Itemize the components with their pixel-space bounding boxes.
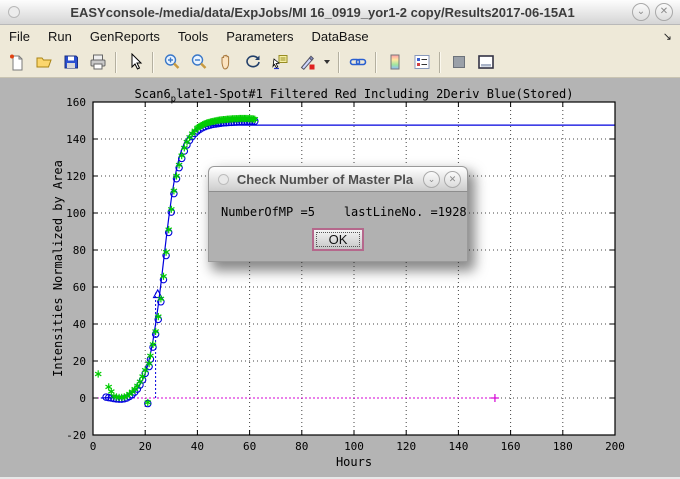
- insert-legend-button[interactable]: [409, 50, 434, 75]
- dialog-close-button[interactable]: ✕: [444, 171, 461, 188]
- legend-icon: [413, 53, 431, 71]
- svg-text:0: 0: [79, 392, 86, 405]
- new-figure-button[interactable]: [4, 50, 29, 75]
- svg-text:180: 180: [553, 440, 573, 453]
- brush-options-button[interactable]: [321, 50, 333, 75]
- menu-bar: File Run GenReports Tools Parameters Dat…: [0, 25, 680, 47]
- toolbar-separator: [375, 52, 377, 73]
- svg-text:20: 20: [73, 355, 86, 368]
- chart-title: Scan6plate1-Spot#1 Filtered Red Includin…: [93, 87, 615, 104]
- pan-hand-icon: [217, 53, 235, 71]
- svg-text:20: 20: [139, 440, 152, 453]
- menu-genreports[interactable]: GenReports: [81, 27, 169, 46]
- brush-data-button[interactable]: [294, 50, 319, 75]
- colorbar-icon: [386, 53, 404, 71]
- menu-file[interactable]: File: [0, 27, 39, 46]
- print-figure-button[interactable]: [85, 50, 110, 75]
- svg-text:100: 100: [344, 440, 364, 453]
- svg-text:-20: -20: [66, 429, 86, 442]
- svg-text:120: 120: [396, 440, 416, 453]
- brush-icon: [298, 53, 316, 71]
- dialog-title-bar[interactable]: Check Number of Master Pla ⌄ ✕: [208, 166, 468, 191]
- menu-tools[interactable]: Tools: [169, 27, 217, 46]
- svg-text:120: 120: [66, 170, 86, 183]
- dialog-title: Check Number of Master Pla: [233, 172, 417, 187]
- ok-button[interactable]: OK: [312, 228, 365, 251]
- chevron-down-icon: [323, 59, 331, 65]
- cursor-arrow-icon: [126, 53, 144, 71]
- zoom-out-icon: [190, 53, 208, 71]
- insert-colorbar-button[interactable]: [382, 50, 407, 75]
- app-window: EASYconsole-/media/data/ExpJobs/MI 16_09…: [0, 0, 680, 479]
- menu-database[interactable]: DataBase: [302, 27, 377, 46]
- window-menu-icon[interactable]: [8, 6, 20, 18]
- hide-plot-tools-icon: [450, 53, 468, 71]
- data-cursor-icon: [271, 53, 289, 71]
- open-file-button[interactable]: [31, 50, 56, 75]
- window-controls: ⌄ ✕: [632, 3, 673, 21]
- toolbar-separator: [338, 52, 340, 73]
- zoom-in-button[interactable]: [159, 50, 184, 75]
- toolbar-separator: [115, 52, 117, 73]
- figure-area: 0 20 40 60 80 100 120 140 160 180 200 -20 0 20 40 60 80 1…: [0, 78, 680, 479]
- svg-text:160: 160: [66, 96, 86, 109]
- plot-canvas[interactable]: 0 20 40 60 80 100 120 140 160 180 200 -20 0 20 40 60 80 1…: [0, 78, 680, 479]
- dialog-controls: ⌄ ✕: [423, 171, 461, 188]
- svg-text:80: 80: [295, 440, 308, 453]
- svg-text:200: 200: [605, 440, 625, 453]
- menu-parameters[interactable]: Parameters: [217, 27, 302, 46]
- dialog-shade-button[interactable]: ⌄: [423, 171, 440, 188]
- svg-text:140: 140: [448, 440, 468, 453]
- svg-text:Hours: Hours: [336, 455, 372, 469]
- dialog-message: NumberOfMP =5 lastLineNo. =1928: [221, 205, 455, 219]
- toolbar-separator: [439, 52, 441, 73]
- svg-text:40: 40: [73, 318, 86, 331]
- dialog-body: NumberOfMP =5 lastLineNo. =1928 OK: [208, 191, 468, 262]
- rotate-3d-icon: [244, 53, 262, 71]
- shade-button[interactable]: ⌄: [632, 3, 650, 21]
- save-figure-button[interactable]: [58, 50, 83, 75]
- close-button[interactable]: ✕: [655, 3, 673, 21]
- rotate-3d-button[interactable]: [240, 50, 265, 75]
- figure-toolbar: [0, 47, 680, 78]
- pan-button[interactable]: [213, 50, 238, 75]
- zoom-out-button[interactable]: [186, 50, 211, 75]
- link-plots-button[interactable]: [345, 50, 370, 75]
- link-chain-icon: [349, 53, 367, 71]
- new-file-icon: [8, 53, 26, 71]
- toolbar-separator: [152, 52, 154, 73]
- svg-text:100: 100: [66, 207, 86, 220]
- data-cursor-button[interactable]: [267, 50, 292, 75]
- dock-arrow-icon[interactable]: ↘: [663, 30, 672, 43]
- svg-text:60: 60: [243, 440, 256, 453]
- open-folder-icon: [35, 53, 53, 71]
- svg-text:40: 40: [191, 440, 204, 453]
- save-icon: [62, 53, 80, 71]
- show-plot-tools-button[interactable]: [473, 50, 498, 75]
- menu-run[interactable]: Run: [39, 27, 81, 46]
- dock-figure-icon: [477, 53, 495, 71]
- svg-text:160: 160: [501, 440, 521, 453]
- printer-icon: [89, 53, 107, 71]
- zoom-in-icon: [163, 53, 181, 71]
- svg-text:80: 80: [73, 244, 86, 257]
- dialog-menu-icon[interactable]: [218, 174, 229, 185]
- svg-text:140: 140: [66, 133, 86, 146]
- dialog-check-number-of-master-plates: Check Number of Master Pla ⌄ ✕ NumberOfM…: [208, 166, 468, 262]
- window-title: EASYconsole-/media/data/ExpJobs/MI 16_09…: [20, 5, 625, 20]
- svg-text:0: 0: [90, 440, 97, 453]
- hide-plot-tools-button[interactable]: [446, 50, 471, 75]
- svg-text:Intensities Normalized by Area: Intensities Normalized by Area: [51, 160, 65, 377]
- edit-plot-button[interactable]: [122, 50, 147, 75]
- title-bar: EASYconsole-/media/data/ExpJobs/MI 16_09…: [0, 0, 680, 25]
- svg-text:60: 60: [73, 281, 86, 294]
